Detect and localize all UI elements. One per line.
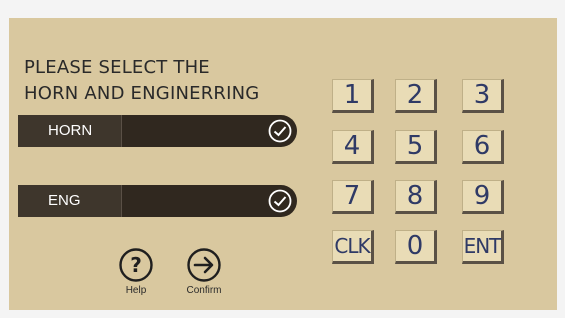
key-6[interactable]: 6 [462,130,504,164]
check-circle-icon[interactable] [268,119,292,143]
instruction-line-2: HORN AND ENGINERRING [24,83,260,104]
eng-label: ENG [18,185,122,217]
instruction-line-1: PLEASE SELECT THE [24,57,210,78]
enter-key[interactable]: ENT [462,230,504,264]
confirm-button[interactable]: Confirm [182,247,226,296]
key-3[interactable]: 3 [462,79,504,113]
clear-key[interactable]: CLK [332,230,374,264]
key-1[interactable]: 1 [332,79,374,113]
key-9[interactable]: 9 [462,180,504,214]
key-0[interactable]: 0 [395,230,437,264]
help-label: Help [125,285,147,296]
arrow-right-circle-icon [187,248,221,282]
eng-select-bar[interactable]: ENG [18,185,297,217]
horn-label: HORN [18,115,122,147]
instruction-text: PLEASE SELECT THE HORN AND ENGINERRING [24,55,259,107]
key-4[interactable]: 4 [332,130,374,164]
control-panel: PLEASE SELECT THE HORN AND ENGINERRING H… [9,18,557,310]
horn-select-bar[interactable]: HORN [18,115,297,147]
svg-text:?: ? [130,253,142,277]
question-circle-icon: ? [119,248,153,282]
confirm-label: Confirm [186,285,222,296]
key-7[interactable]: 7 [332,180,374,214]
key-2[interactable]: 2 [395,79,437,113]
key-5[interactable]: 5 [395,130,437,164]
check-circle-icon[interactable] [268,189,292,213]
help-button[interactable]: ? Help [114,247,158,296]
key-8[interactable]: 8 [395,180,437,214]
